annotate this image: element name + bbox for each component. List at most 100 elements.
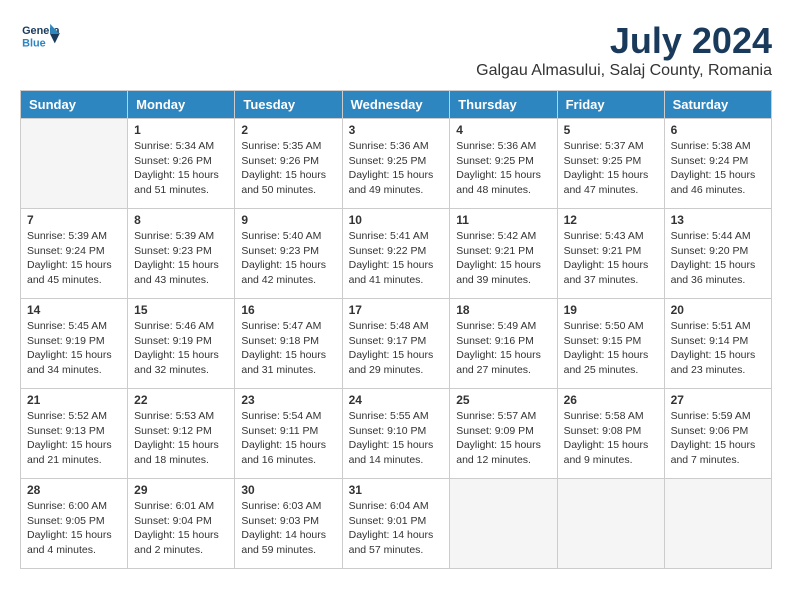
day-info: Sunrise: 5:50 AMSunset: 9:15 PMDaylight:…	[564, 319, 658, 378]
calendar-cell: 27 Sunrise: 5:59 AMSunset: 9:06 PMDayligh…	[664, 389, 771, 479]
calendar-cell: 17 Sunrise: 5:48 AMSunset: 9:17 PMDayligh…	[342, 299, 450, 389]
day-number: 16	[241, 303, 335, 317]
weekday-header: Thursday	[450, 91, 557, 119]
calendar-cell: 28 Sunrise: 6:00 AMSunset: 9:05 PMDayligh…	[21, 479, 128, 569]
day-number: 3	[349, 123, 444, 137]
weekday-header: Sunday	[21, 91, 128, 119]
day-number: 23	[241, 393, 335, 407]
day-info: Sunrise: 5:47 AMSunset: 9:18 PMDaylight:…	[241, 319, 335, 378]
day-info: Sunrise: 5:35 AMSunset: 9:26 PMDaylight:…	[241, 139, 335, 198]
day-info: Sunrise: 6:00 AMSunset: 9:05 PMDaylight:…	[27, 499, 121, 558]
calendar-week-row: 21Sunrise: 5:52 AMSunset: 9:13 PMDayligh…	[21, 389, 772, 479]
calendar-cell	[664, 479, 771, 569]
day-number: 10	[349, 213, 444, 227]
calendar-cell: 1Sunrise: 5:34 AMSunset: 9:26 PMDaylight…	[128, 119, 235, 209]
day-info: Sunrise: 5:41 AMSunset: 9:22 PMDaylight:…	[349, 229, 444, 288]
calendar-cell: 30 Sunrise: 6:03 AMSunset: 9:03 PMDayligh…	[235, 479, 342, 569]
day-number: 15	[134, 303, 228, 317]
calendar-cell	[21, 119, 128, 209]
day-info: Sunrise: 5:48 AMSunset: 9:17 PMDaylight:…	[349, 319, 444, 378]
day-info: Sunrise: 5:52 AMSunset: 9:13 PMDaylight:…	[27, 409, 121, 468]
calendar-cell: 10 Sunrise: 5:41 AMSunset: 9:22 PMDayligh…	[342, 209, 450, 299]
weekday-header: Wednesday	[342, 91, 450, 119]
calendar-week-row: 14 Sunrise: 5:45 AMSunset: 9:19 PMDayligh…	[21, 299, 772, 389]
calendar-cell: 4Sunrise: 5:36 AMSunset: 9:25 PMDaylight…	[450, 119, 557, 209]
month-title: July 2024	[476, 20, 772, 62]
day-number: 29	[134, 483, 228, 497]
weekday-header: Saturday	[664, 91, 771, 119]
calendar-cell: 14 Sunrise: 5:45 AMSunset: 9:19 PMDayligh…	[21, 299, 128, 389]
calendar-week-row: 28 Sunrise: 6:00 AMSunset: 9:05 PMDayligh…	[21, 479, 772, 569]
calendar-cell: 12Sunrise: 5:43 AMSunset: 9:21 PMDayligh…	[557, 209, 664, 299]
calendar-cell: 23Sunrise: 5:54 AMSunset: 9:11 PMDayligh…	[235, 389, 342, 479]
day-number: 25	[456, 393, 550, 407]
day-info: Sunrise: 5:44 AMSunset: 9:20 PMDaylight:…	[671, 229, 765, 288]
day-number: 12	[564, 213, 658, 227]
day-info: Sunrise: 5:49 AMSunset: 9:16 PMDaylight:…	[456, 319, 550, 378]
title-section: July 2024 Galgau Almasului, Salaj County…	[476, 20, 772, 80]
calendar-cell: 16 Sunrise: 5:47 AMSunset: 9:18 PMDayligh…	[235, 299, 342, 389]
day-number: 8	[134, 213, 228, 227]
day-info: Sunrise: 5:34 AMSunset: 9:26 PMDaylight:…	[134, 139, 228, 198]
day-info: Sunrise: 5:59 AMSunset: 9:06 PMDaylight:…	[671, 409, 765, 468]
page-header: General Blue July 2024 Galgau Almasului,…	[20, 20, 772, 80]
calendar-cell: 2 Sunrise: 5:35 AMSunset: 9:26 PMDaylight…	[235, 119, 342, 209]
calendar-cell: 9Sunrise: 5:40 AMSunset: 9:23 PMDaylight…	[235, 209, 342, 299]
calendar-cell	[557, 479, 664, 569]
day-number: 7	[27, 213, 121, 227]
calendar-cell	[450, 479, 557, 569]
calendar-cell: 24 Sunrise: 5:55 AMSunset: 9:10 PMDayligh…	[342, 389, 450, 479]
day-number: 22	[134, 393, 228, 407]
calendar-cell: 18Sunrise: 5:49 AMSunset: 9:16 PMDayligh…	[450, 299, 557, 389]
calendar-cell: 22 Sunrise: 5:53 AMSunset: 9:12 PMDayligh…	[128, 389, 235, 479]
day-number: 2	[241, 123, 335, 137]
day-number: 5	[564, 123, 658, 137]
day-info: Sunrise: 5:38 AMSunset: 9:24 PMDaylight:…	[671, 139, 765, 198]
calendar-header-row: SundayMondayTuesdayWednesdayThursdayFrid…	[21, 91, 772, 119]
day-info: Sunrise: 5:57 AMSunset: 9:09 PMDaylight:…	[456, 409, 550, 468]
day-number: 20	[671, 303, 765, 317]
day-info: Sunrise: 5:37 AMSunset: 9:25 PMDaylight:…	[564, 139, 658, 198]
calendar-cell: 25 Sunrise: 5:57 AMSunset: 9:09 PMDayligh…	[450, 389, 557, 479]
day-info: Sunrise: 6:01 AMSunset: 9:04 PMDaylight:…	[134, 499, 228, 558]
day-number: 28	[27, 483, 121, 497]
day-number: 19	[564, 303, 658, 317]
calendar-cell: 31Sunrise: 6:04 AMSunset: 9:01 PMDayligh…	[342, 479, 450, 569]
weekday-header: Monday	[128, 91, 235, 119]
day-info: Sunrise: 5:39 AMSunset: 9:24 PMDaylight:…	[27, 229, 121, 288]
day-info: Sunrise: 5:55 AMSunset: 9:10 PMDaylight:…	[349, 409, 444, 468]
calendar-cell: 20Sunrise: 5:51 AMSunset: 9:14 PMDayligh…	[664, 299, 771, 389]
calendar-table: SundayMondayTuesdayWednesdayThursdayFrid…	[20, 90, 772, 569]
day-number: 30	[241, 483, 335, 497]
day-info: Sunrise: 5:45 AMSunset: 9:19 PMDaylight:…	[27, 319, 121, 378]
day-number: 31	[349, 483, 444, 497]
day-number: 17	[349, 303, 444, 317]
day-info: Sunrise: 6:03 AMSunset: 9:03 PMDaylight:…	[241, 499, 335, 558]
day-info: Sunrise: 5:42 AMSunset: 9:21 PMDaylight:…	[456, 229, 550, 288]
day-info: Sunrise: 5:58 AMSunset: 9:08 PMDaylight:…	[564, 409, 658, 468]
svg-text:Blue: Blue	[22, 37, 46, 49]
weekday-header: Friday	[557, 91, 664, 119]
day-number: 13	[671, 213, 765, 227]
day-info: Sunrise: 5:39 AMSunset: 9:23 PMDaylight:…	[134, 229, 228, 288]
calendar-cell: 15 Sunrise: 5:46 AMSunset: 9:19 PMDayligh…	[128, 299, 235, 389]
calendar-week-row: 7 Sunrise: 5:39 AMSunset: 9:24 PMDaylight…	[21, 209, 772, 299]
day-info: Sunrise: 5:40 AMSunset: 9:23 PMDaylight:…	[241, 229, 335, 288]
day-number: 14	[27, 303, 121, 317]
calendar-cell: 26 Sunrise: 5:58 AMSunset: 9:08 PMDayligh…	[557, 389, 664, 479]
calendar-cell: 3Sunrise: 5:36 AMSunset: 9:25 PMDaylight…	[342, 119, 450, 209]
day-number: 27	[671, 393, 765, 407]
day-number: 6	[671, 123, 765, 137]
calendar-cell: 29 Sunrise: 6:01 AMSunset: 9:04 PMDayligh…	[128, 479, 235, 569]
calendar-cell: 8 Sunrise: 5:39 AMSunset: 9:23 PMDaylight…	[128, 209, 235, 299]
logo-icon: General Blue	[20, 20, 60, 55]
day-info: Sunrise: 5:53 AMSunset: 9:12 PMDaylight:…	[134, 409, 228, 468]
calendar-cell: 19 Sunrise: 5:50 AMSunset: 9:15 PMDayligh…	[557, 299, 664, 389]
location-title: Galgau Almasului, Salaj County, Romania	[476, 62, 772, 80]
day-info: Sunrise: 5:46 AMSunset: 9:19 PMDaylight:…	[134, 319, 228, 378]
day-number: 4	[456, 123, 550, 137]
day-number: 24	[349, 393, 444, 407]
calendar-cell: 7 Sunrise: 5:39 AMSunset: 9:24 PMDaylight…	[21, 209, 128, 299]
day-number: 26	[564, 393, 658, 407]
logo: General Blue	[20, 20, 65, 55]
